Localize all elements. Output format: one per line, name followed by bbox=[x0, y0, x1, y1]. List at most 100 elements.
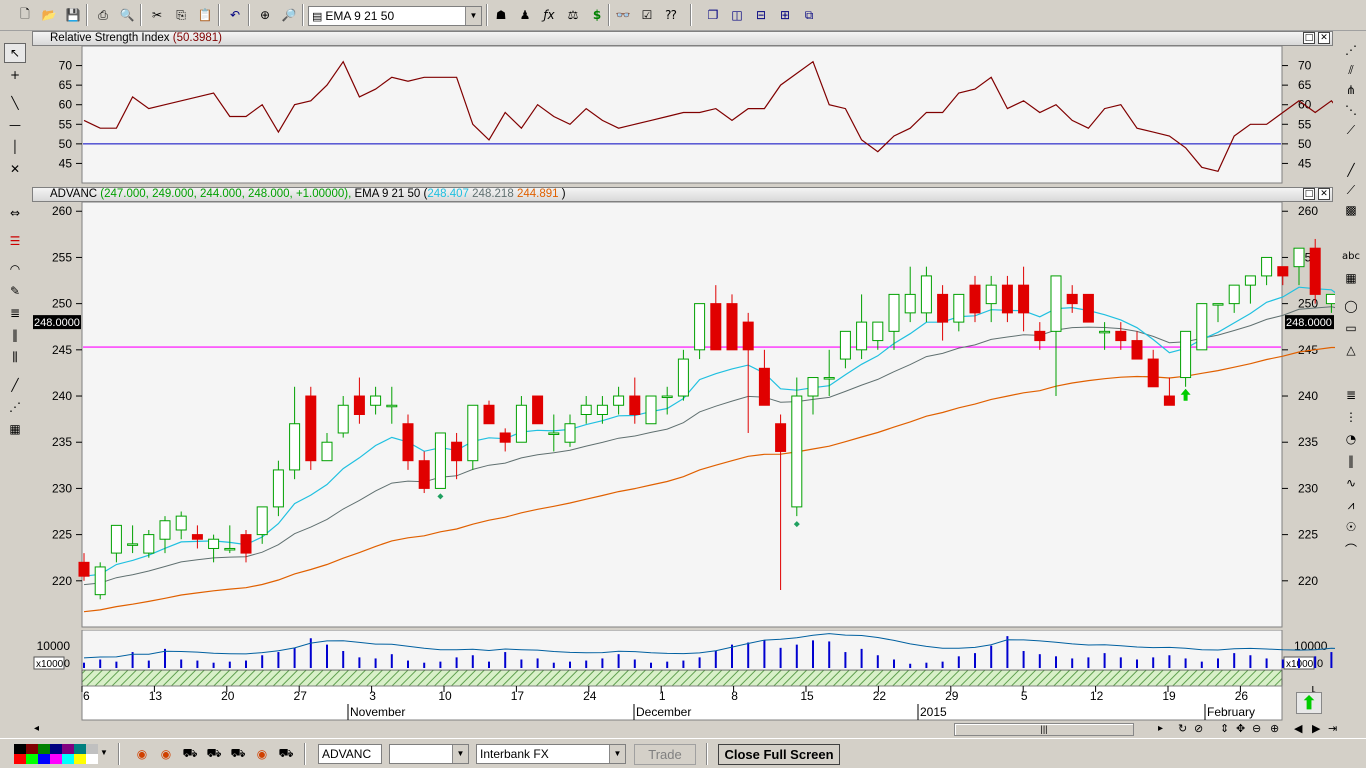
paste-icon[interactable]: 📋 bbox=[194, 5, 216, 25]
scroll-icon[interactable]: ⇔ bbox=[4, 203, 26, 223]
rt-arc-icon[interactable]: ◔ bbox=[1340, 429, 1362, 449]
tile-horizontal-icon[interactable]: ⊟ bbox=[750, 5, 772, 25]
rt-ray-icon[interactable]: ⟋ bbox=[1340, 180, 1362, 200]
data-feed-select[interactable]: Interbank FX ▼ bbox=[476, 744, 626, 764]
line-tool-icon[interactable]: ╱ bbox=[4, 375, 26, 395]
indicator-select[interactable]: ▤ EMA 9 21 50 ▼ bbox=[308, 6, 482, 26]
color-palette[interactable] bbox=[14, 744, 98, 764]
rt-channel-icon[interactable]: ⫽ bbox=[1340, 60, 1362, 80]
flag-icon[interactable]: ☰ bbox=[4, 231, 26, 251]
symbol-input[interactable]: ADVANC bbox=[318, 744, 382, 764]
zoom-icon[interactable]: 🔎 bbox=[278, 5, 300, 25]
rt-line-icon[interactable]: ╱ bbox=[1340, 160, 1362, 180]
vehicle-icon[interactable]: ⛟ bbox=[180, 744, 200, 764]
tile-vertical-icon[interactable]: ◫ bbox=[726, 5, 748, 25]
cut-icon[interactable]: ✂ bbox=[146, 5, 168, 25]
layout-icon[interactable]: ⧉ bbox=[798, 5, 820, 25]
vertical-line-icon[interactable]: │ bbox=[4, 137, 26, 157]
horizontal-line-icon[interactable]: — bbox=[4, 115, 26, 135]
period-select[interactable]: ▼ bbox=[389, 744, 469, 764]
maximize-icon[interactable]: □ bbox=[1303, 32, 1315, 44]
candle bbox=[1082, 293, 1094, 323]
rt-fan-icon[interactable]: ⋰ bbox=[1340, 40, 1362, 60]
palette-dropdown-icon[interactable]: ▼ bbox=[100, 748, 108, 757]
rt-text-icon[interactable]: abc bbox=[1340, 246, 1362, 266]
fib-retracement-icon[interactable]: ≣ bbox=[4, 303, 26, 323]
help-icon[interactable]: ⁇ bbox=[660, 5, 682, 25]
rt-regression-icon[interactable]: ⟋ bbox=[1340, 120, 1362, 140]
scan-icon[interactable]: ♟ bbox=[514, 5, 536, 25]
candle-body bbox=[1244, 275, 1256, 286]
end-icon[interactable]: ⇥ bbox=[1328, 722, 1337, 735]
zoom-in-icon[interactable]: ⊕ bbox=[1270, 722, 1279, 735]
undo-icon[interactable]: ↶ bbox=[224, 5, 246, 25]
rt-fib-icon[interactable]: ≣ bbox=[1340, 385, 1362, 405]
candle-body bbox=[386, 404, 398, 408]
close-icon[interactable]: ✕ bbox=[1318, 32, 1330, 44]
pencil-icon[interactable]: ✎ bbox=[4, 281, 26, 301]
rt-wave-icon[interactable]: ∿ bbox=[1340, 473, 1362, 493]
browser-icon-3[interactable]: ◉ bbox=[252, 744, 272, 764]
trade-button[interactable]: Trade bbox=[634, 744, 696, 765]
rt-timezones-icon[interactable]: ‖ bbox=[1340, 451, 1362, 471]
browser-icon[interactable]: ◉ bbox=[132, 744, 152, 764]
close-full-screen-button[interactable]: Close Full Screen bbox=[718, 744, 840, 765]
rt-ellipse-icon[interactable]: ◯ bbox=[1340, 296, 1362, 316]
rt-curve-icon[interactable]: ⌒ bbox=[1340, 539, 1362, 559]
rt-hatch-icon[interactable]: ▩ bbox=[1340, 200, 1362, 220]
copy-icon[interactable]: ⎘ bbox=[170, 5, 192, 25]
maximize-icon[interactable]: □ bbox=[1303, 188, 1315, 200]
expert-icon[interactable]: ☗ bbox=[490, 5, 512, 25]
refresh-icon[interactable]: ↻ bbox=[1178, 722, 1187, 735]
arc-icon[interactable]: ◠ bbox=[4, 259, 26, 279]
rt-table-icon[interactable]: ▦ bbox=[1340, 268, 1362, 288]
grid-tool-icon[interactable]: ▦ bbox=[4, 419, 26, 439]
rt-fib-fan-icon[interactable]: ⩘ bbox=[1340, 495, 1362, 515]
print-icon[interactable]: ⎙ bbox=[92, 5, 114, 25]
function-icon[interactable]: ƒx bbox=[538, 5, 560, 25]
tile-grid-icon[interactable]: ⊞ bbox=[774, 5, 796, 25]
day-label: 24 bbox=[583, 689, 597, 703]
binoculars-icon[interactable]: 👓 bbox=[612, 5, 634, 25]
zoom-out-icon[interactable]: ⊖ bbox=[1252, 722, 1261, 735]
new-file-icon[interactable]: 🗋 bbox=[14, 5, 36, 25]
candle-body bbox=[1261, 256, 1273, 277]
rt-speed-icon[interactable]: ⋮ bbox=[1340, 407, 1362, 427]
rt-triangle-icon[interactable]: △ bbox=[1340, 340, 1362, 360]
save-icon[interactable]: 💾 bbox=[62, 5, 84, 25]
vehicle-icon-4[interactable]: ⛟ bbox=[276, 744, 296, 764]
rt-gann-icon[interactable]: ⋱ bbox=[1340, 100, 1362, 120]
candle-body bbox=[272, 469, 284, 508]
ruler-icon[interactable]: ⊘ bbox=[1194, 722, 1203, 735]
pointer-icon[interactable]: ↖ bbox=[4, 43, 26, 63]
scroll-left-icon[interactable]: ◂ bbox=[34, 723, 39, 734]
rsi-tick-label: 60 bbox=[59, 98, 73, 112]
browser-icon-2[interactable]: ◉ bbox=[156, 744, 176, 764]
close-icon[interactable]: ✕ bbox=[1318, 188, 1330, 200]
cycle-lines-icon[interactable]: ⫼ bbox=[4, 347, 26, 367]
vehicle-icon-3[interactable]: ⛟ bbox=[228, 744, 248, 764]
print-preview-icon[interactable]: 🔍 bbox=[116, 5, 138, 25]
vehicle-icon-2[interactable]: ⛟ bbox=[204, 744, 224, 764]
prev-bar-icon[interactable]: ◀ bbox=[1294, 722, 1302, 735]
cascade-icon[interactable]: ❐ bbox=[702, 5, 724, 25]
next-bar-icon[interactable]: ▶ bbox=[1312, 722, 1320, 735]
rt-spiral-icon[interactable]: ☉ bbox=[1340, 517, 1362, 537]
scroll-right-icon[interactable]: ▸ bbox=[1158, 723, 1163, 734]
fib-time-icon[interactable]: ‖ bbox=[4, 325, 26, 345]
balance-icon[interactable]: ⚖ bbox=[562, 5, 584, 25]
move-icon[interactable]: ✥ bbox=[1236, 722, 1245, 735]
properties-icon[interactable]: ☑ bbox=[636, 5, 658, 25]
trendline-icon[interactable]: ╲ bbox=[4, 93, 26, 113]
open-folder-icon[interactable]: 📂 bbox=[38, 5, 60, 25]
rt-rectangle-icon[interactable]: ▭ bbox=[1340, 318, 1362, 338]
cross-line-icon[interactable]: ✕ bbox=[4, 159, 26, 179]
vertical-zoom-icon[interactable]: ⇕ bbox=[1220, 722, 1229, 735]
crosshair-tool-icon[interactable]: + bbox=[4, 65, 26, 85]
rt-pitchfork-icon[interactable]: ⋔ bbox=[1340, 80, 1362, 100]
scrollbar-thumb[interactable]: ||| bbox=[954, 723, 1134, 736]
fan-icon[interactable]: ⋰ bbox=[4, 397, 26, 417]
go-to-latest-icon[interactable]: ⬆ bbox=[1296, 692, 1322, 714]
crosshair-icon[interactable]: ⊕ bbox=[254, 5, 276, 25]
dollar-icon[interactable]: $ bbox=[586, 5, 608, 25]
